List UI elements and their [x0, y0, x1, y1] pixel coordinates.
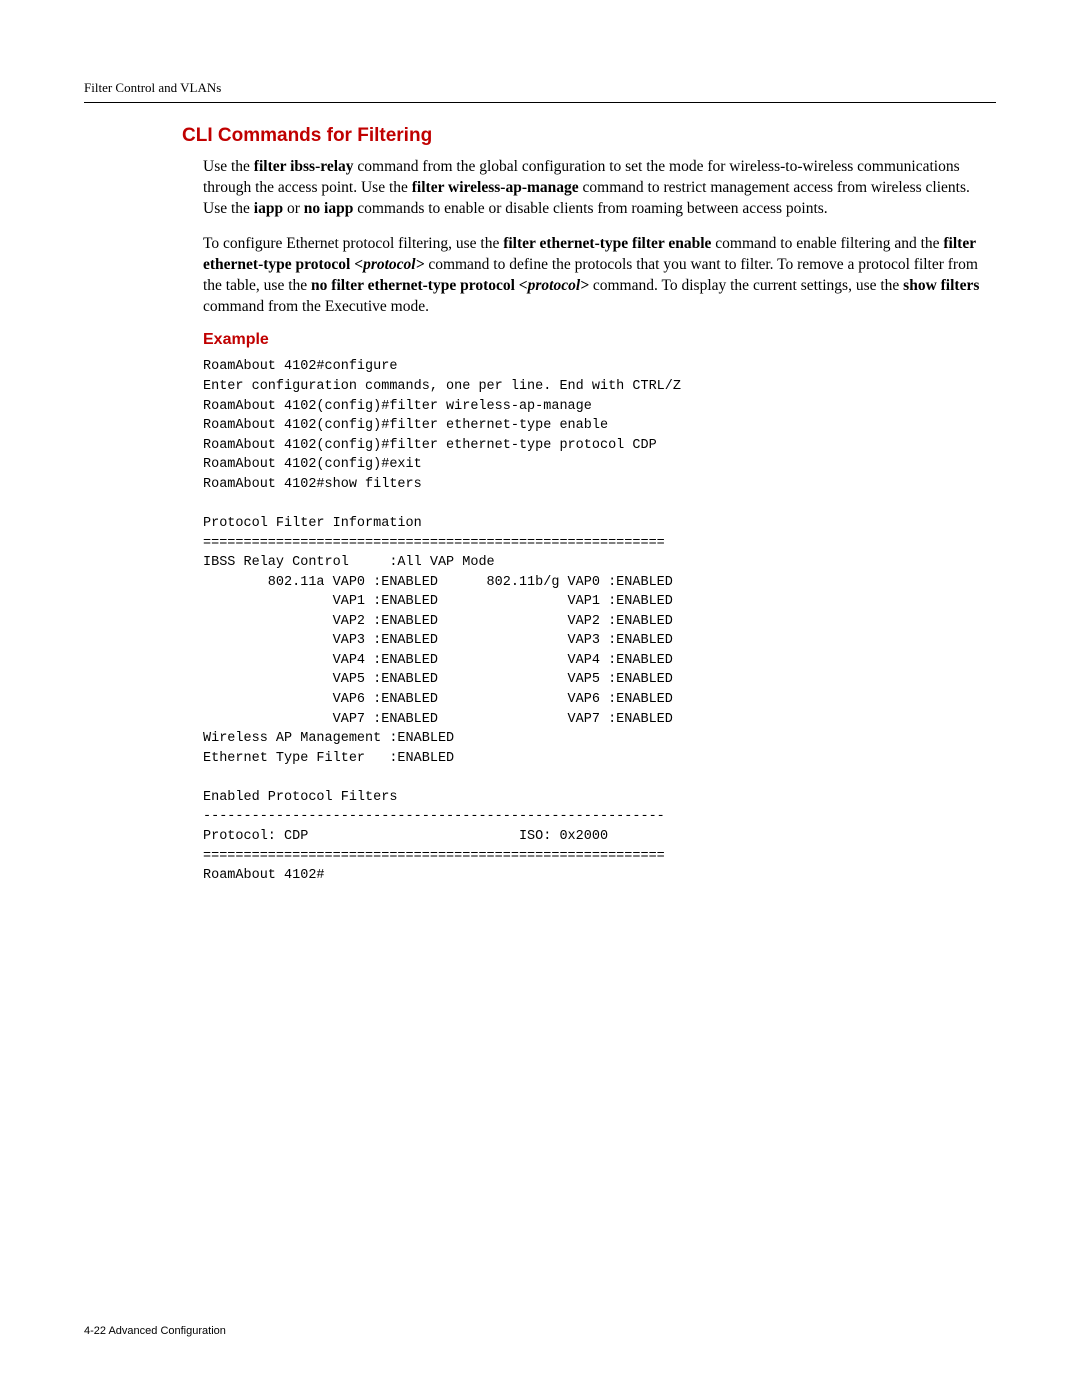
- p1-bold-2: filter wireless-ap-manage: [412, 179, 579, 196]
- p1-bold-4: no iapp: [304, 200, 354, 217]
- p2-text-4: command. To display the current settings…: [589, 277, 903, 294]
- section-title: CLI Commands for Filtering: [182, 125, 996, 147]
- cli-output: RoamAbout 4102#configure Enter configura…: [203, 357, 996, 885]
- p1-text-1: Use the: [203, 158, 254, 175]
- paragraph-2: To configure Ethernet protocol filtering…: [203, 234, 986, 318]
- p2-text-2: command to enable filtering and the: [711, 235, 943, 252]
- p2-bold-1: filter ethernet-type filter enable: [503, 235, 711, 252]
- p1-bold-1: filter ibss-relay: [254, 158, 354, 175]
- p2-italic-1: <protocol>: [354, 256, 424, 273]
- example-title: Example: [203, 331, 996, 349]
- p2-bold-3: no filter ethernet-type protocol: [311, 277, 519, 294]
- page-header-title: Filter Control and VLANs: [84, 80, 996, 96]
- page-footer: 4-22 Advanced Configuration: [84, 1325, 226, 1337]
- p2-text-5: command from the Executive mode.: [203, 298, 429, 315]
- p2-italic-2: <protocol>: [519, 277, 589, 294]
- header-rule: [84, 102, 996, 103]
- p2-text-1: To configure Ethernet protocol filtering…: [203, 235, 503, 252]
- paragraph-1: Use the filter ibss-relay command from t…: [203, 157, 986, 220]
- p1-bold-3: iapp: [254, 200, 283, 217]
- p1-text-5: commands to enable or disable clients fr…: [353, 200, 827, 217]
- p2-bold-4: show filters: [903, 277, 979, 294]
- p1-text-4: or: [283, 200, 304, 217]
